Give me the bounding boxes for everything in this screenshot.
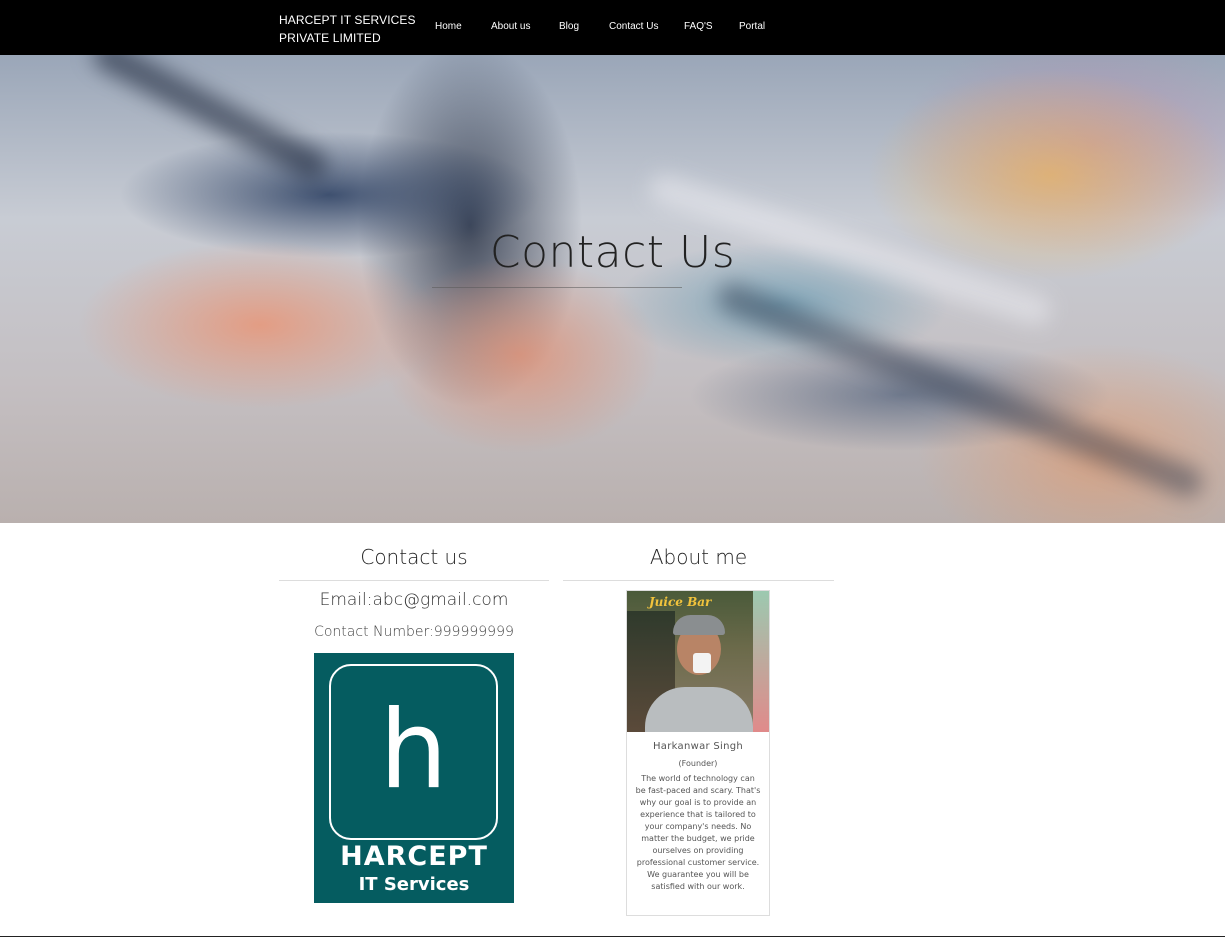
founder-photo: Juice Bar <box>627 591 769 732</box>
brand-name[interactable]: HARCEPT IT SERVICES PRIVATE LIMITED <box>279 11 419 47</box>
contact-phone[interactable]: Contact Number:999999999 <box>279 624 549 640</box>
logo-frame: h <box>329 664 498 840</box>
company-logo: h HARCEPT IT Services <box>314 653 514 903</box>
footer-divider <box>0 936 1225 937</box>
logo-letter: h <box>379 688 448 813</box>
logo-subtitle: IT Services <box>358 874 470 895</box>
about-divider <box>563 580 834 581</box>
contact-heading: Contact us <box>360 545 468 569</box>
nav-blog[interactable]: Blog <box>559 21 579 32</box>
photo-sign-text: Juice Bar <box>649 595 712 609</box>
photo-person-body <box>645 687 753 732</box>
logo-name: HARCEPT <box>340 841 488 872</box>
top-navbar: HARCEPT IT SERVICES PRIVATE LIMITED Home… <box>0 0 1225 55</box>
hero-blur-stripe <box>88 55 332 185</box>
photo-mug <box>693 653 711 673</box>
nav-portal[interactable]: Portal <box>739 21 765 32</box>
founder-bio: The world of technology can be fast-pace… <box>635 774 761 891</box>
photo-background-right <box>753 591 769 732</box>
hero-blur-stripe <box>713 278 1207 502</box>
nav-contact-us[interactable]: Contact Us <box>609 21 658 32</box>
brand-line-1: HARCEPT IT SERVICES <box>279 13 416 27</box>
page-title: Contact Us <box>489 227 736 278</box>
title-divider <box>432 287 682 288</box>
founder-role: (Founder) <box>678 759 718 768</box>
nav-faqs[interactable]: FAQ'S <box>684 21 713 32</box>
brand-line-2: PRIVATE LIMITED <box>279 31 381 45</box>
founder-card: Juice Bar Harkanwar Singh (Founder) The … <box>626 590 770 916</box>
nav-home[interactable]: Home <box>435 21 462 32</box>
about-heading: About me <box>649 545 748 569</box>
photo-person-cap <box>673 615 725 635</box>
founder-name: Harkanwar Singh <box>652 741 744 752</box>
contact-divider <box>279 580 549 581</box>
nav-about-us[interactable]: About us <box>491 21 530 32</box>
hero-banner: Contact Us <box>0 55 1225 523</box>
contact-email[interactable]: Email:abc@gmail.com <box>279 590 549 610</box>
